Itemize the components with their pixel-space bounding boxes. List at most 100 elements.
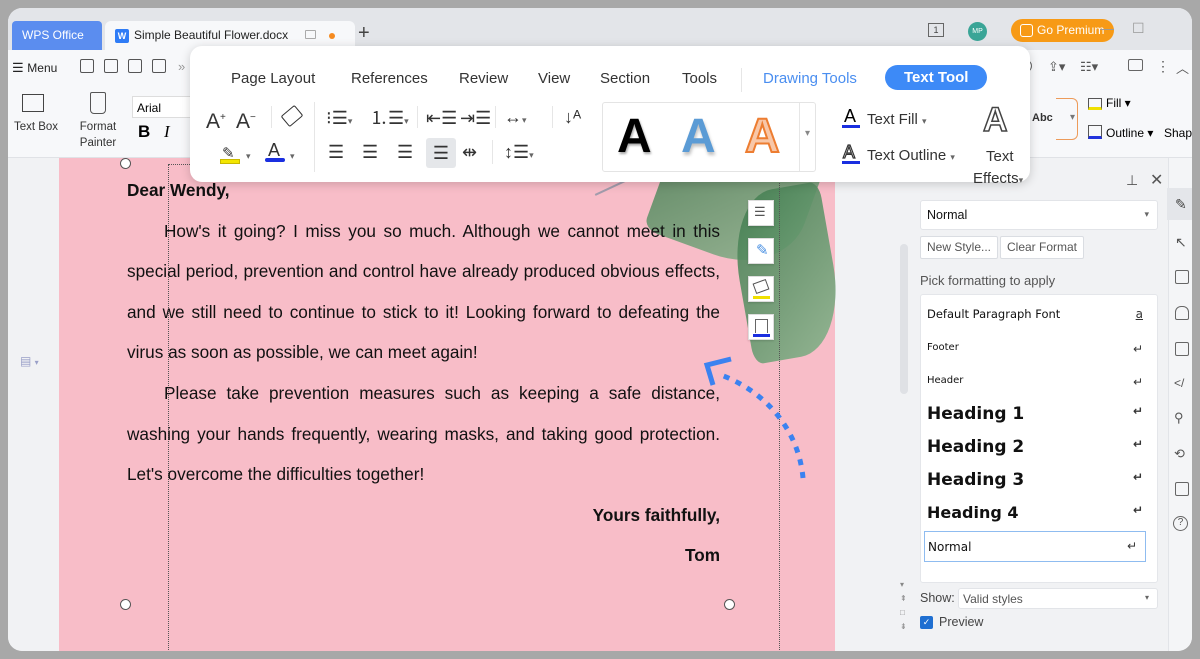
letter-body[interactable]: Dear Wendy, How's it going? I miss you s… xyxy=(127,170,720,576)
history-icon[interactable]: ⟲ xyxy=(1174,446,1185,462)
lock-icon[interactable] xyxy=(1175,306,1189,320)
clear-formatting-icon[interactable] xyxy=(280,104,304,128)
text-box-icon[interactable] xyxy=(22,94,44,112)
increase-indent-icon[interactable]: ⇥☰ xyxy=(460,108,491,128)
highlight-color-icon[interactable]: ✎ xyxy=(220,144,240,164)
bold-button[interactable]: B xyxy=(138,122,150,142)
scrollbar-thumb[interactable] xyxy=(900,244,908,394)
maximize-button[interactable]: ☐ xyxy=(1132,20,1145,37)
tab-text-tool[interactable]: Text Tool xyxy=(885,65,988,90)
text-box-button[interactable]: Text Box xyxy=(8,120,66,135)
more-tools-icon[interactable]: » xyxy=(178,59,185,74)
preview-checkbox[interactable]: ✓ xyxy=(920,616,933,629)
shape-fill-icon[interactable] xyxy=(748,276,774,302)
style-item-footer[interactable]: Footer ↵ xyxy=(927,342,1151,356)
bullet-list-icon[interactable]: ⁝☰▾ xyxy=(326,108,352,131)
format-brush-icon[interactable]: ✎ xyxy=(748,238,774,264)
code-icon[interactable]: </ xyxy=(1174,376,1184,390)
font-name-select[interactable]: Arial xyxy=(132,96,192,118)
text-direction-icon[interactable]: ↔▾ xyxy=(504,107,527,130)
tab-wps-office[interactable]: WPS Office xyxy=(12,21,102,50)
adjust-icon[interactable]: ⚲ xyxy=(1174,410,1184,426)
decrease-indent-icon[interactable]: ⇤☰ xyxy=(426,108,457,128)
comment-icon[interactable] xyxy=(1128,59,1143,71)
current-style-select[interactable]: Normal ▾ xyxy=(920,200,1158,230)
font-color-icon[interactable]: A xyxy=(265,140,285,162)
upload-icon[interactable]: ⇪▾ xyxy=(1048,59,1065,75)
wordart-style-black[interactable]: A xyxy=(617,109,652,165)
text-effects-icon[interactable]: A xyxy=(982,101,1008,139)
style-item-normal[interactable]: Normal ↵ xyxy=(924,531,1146,562)
resize-handle-bottom-right[interactable] xyxy=(724,599,735,610)
highlight-dropdown-icon[interactable]: ▾ xyxy=(246,146,251,166)
align-left-icon[interactable]: ☰ xyxy=(328,142,344,162)
outline-button[interactable]: Outline ▾ xyxy=(1106,126,1153,140)
text-fill-button[interactable]: Text Fill ▾ xyxy=(867,111,927,128)
tab-page-layout[interactable]: Page Layout xyxy=(231,70,315,87)
shape-styles-more-icon[interactable]: ▾ xyxy=(1070,112,1075,123)
open-folder-icon[interactable] xyxy=(80,59,94,73)
tab-section[interactable]: Section xyxy=(600,70,650,87)
shape-outline-icon[interactable] xyxy=(748,314,774,340)
page-icon[interactable]: ▤ ▾ xyxy=(20,354,39,368)
page-nav-icons[interactable]: ▾ ⇞ □ ⇟ xyxy=(900,578,907,634)
code-edit-icon[interactable] xyxy=(1175,342,1189,356)
shape-button[interactable]: Shape xyxy=(1164,126,1192,140)
italic-button[interactable]: I xyxy=(164,122,170,142)
outline-icon[interactable] xyxy=(1088,125,1102,139)
align-right-icon[interactable]: ☰ xyxy=(397,142,413,162)
select-cursor-icon[interactable]: ↖ xyxy=(1175,234,1187,251)
close-pane-icon[interactable]: ✕ xyxy=(1150,170,1163,190)
outline-tree-icon[interactable] xyxy=(1175,482,1189,496)
style-item-heading-3[interactable]: Heading 3 ↵ xyxy=(927,470,1151,490)
text-outline-button[interactable]: Text Outline ▾ xyxy=(867,147,955,164)
clear-format-button[interactable]: Clear Format xyxy=(1000,236,1085,259)
sort-icon[interactable]: ↓ᴬ xyxy=(564,107,581,127)
align-center-icon[interactable]: ☰ xyxy=(362,142,378,162)
document-page[interactable]: Dear Wendy, How's it going? I miss you s… xyxy=(59,115,849,651)
line-spacing-icon[interactable]: ↕☰▾ xyxy=(504,142,534,165)
tab-tools[interactable]: Tools xyxy=(682,70,717,87)
fill-button[interactable]: Fill ▾ xyxy=(1106,96,1131,110)
wrap-text-icon[interactable]: ☰ xyxy=(748,200,774,226)
resize-handle-top-left[interactable] xyxy=(120,158,131,169)
style-item-header[interactable]: Header ↵ xyxy=(927,375,1151,389)
text-tool-icon[interactable]: ☷▾ xyxy=(1080,59,1098,75)
vertical-scrollbar[interactable]: ▾ ⇞ □ ⇟ xyxy=(896,158,912,651)
style-item-heading-1[interactable]: Heading 1 ↵ xyxy=(927,404,1151,424)
menu-button[interactable]: ☰ Menu xyxy=(12,60,57,76)
style-formatting-icon[interactable]: ✎ xyxy=(1175,196,1187,213)
show-styles-select[interactable]: Valid styles ▾ xyxy=(958,588,1158,609)
export-icon[interactable] xyxy=(128,59,142,73)
distributed-align-icon[interactable]: ⇹ xyxy=(462,142,477,162)
text-effects-button[interactable]: Effects▾ xyxy=(973,170,1023,187)
page-count-icon[interactable]: 1 xyxy=(928,23,944,37)
text-outline-icon[interactable]: A xyxy=(842,141,860,164)
print-icon[interactable] xyxy=(152,59,166,73)
format-painter-label[interactable]: Format xyxy=(72,120,124,135)
resize-handle-bottom-left[interactable] xyxy=(120,599,131,610)
new-style-button[interactable]: New Style... xyxy=(920,236,999,259)
pin-icon[interactable]: ⊥ xyxy=(1126,172,1138,189)
minimize-button[interactable]: — xyxy=(1100,20,1114,36)
avatar[interactable]: MP xyxy=(968,22,987,41)
gallery-more-icon[interactable]: ▾ xyxy=(805,128,810,139)
justify-icon[interactable]: ☰ xyxy=(426,138,456,168)
style-item-heading-4[interactable]: Heading 4 ↵ xyxy=(927,503,1151,522)
tab-drawing-tools[interactable]: Drawing Tools xyxy=(763,70,857,87)
monitor-icon[interactable] xyxy=(305,30,316,39)
save-icon[interactable] xyxy=(104,59,118,73)
format-painter-icon[interactable] xyxy=(90,92,106,114)
font-color-dropdown-icon[interactable]: ▾ xyxy=(290,146,295,166)
more-options-icon[interactable]: ⋮ xyxy=(1156,58,1170,75)
text-effects-label[interactable]: Text xyxy=(986,148,1014,165)
collapse-ribbon-icon[interactable]: ︿ xyxy=(1176,58,1189,77)
tab-review[interactable]: Review xyxy=(459,70,508,87)
decrease-font-size-icon[interactable]: A− xyxy=(236,108,256,132)
new-tab-button[interactable]: + xyxy=(358,22,370,44)
tab-view[interactable]: View xyxy=(538,70,570,87)
copy-icon[interactable] xyxy=(1175,270,1189,284)
style-item-default-paragraph-font[interactable]: Default Paragraph Font a xyxy=(927,307,1151,321)
wordart-style-orange[interactable]: A xyxy=(744,109,781,165)
fill-icon[interactable] xyxy=(1088,98,1102,110)
